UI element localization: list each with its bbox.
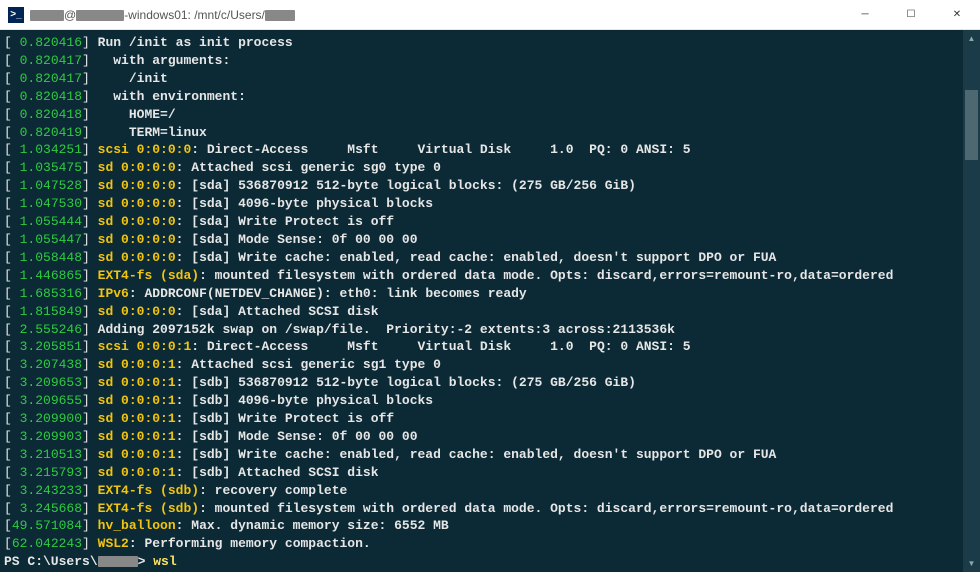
log-line: [49.571084] hv_balloon: Max. dynamic mem… [4, 517, 961, 535]
log-line: [62.042243] WSL2: Performing memory comp… [4, 535, 961, 553]
terminal-container: [ 0.820416] Run /init as init process[ 0… [0, 30, 980, 572]
minimize-button[interactable]: ─ [842, 0, 888, 29]
scrollbar-thumb[interactable] [965, 90, 978, 160]
maximize-button[interactable]: ☐ [888, 0, 934, 29]
command-input[interactable]: wsl [153, 554, 176, 569]
log-line: [ 1.035475] sd 0:0:0:0: Attached scsi ge… [4, 159, 961, 177]
window-title: @-windows01: /mnt/c/Users/ [30, 8, 842, 22]
log-line: [ 1.047528] sd 0:0:0:0: [sda] 536870912 … [4, 177, 961, 195]
titlebar-buttons: ─ ☐ ✕ [842, 0, 980, 29]
log-line: [ 0.820418] HOME=/ [4, 106, 961, 124]
log-line: [ 3.207438] sd 0:0:0:1: Attached scsi ge… [4, 356, 961, 374]
log-line: [ 3.209903] sd 0:0:0:1: [sdb] Mode Sense… [4, 428, 961, 446]
log-line: [ 3.209900] sd 0:0:0:1: [sdb] Write Prot… [4, 410, 961, 428]
close-button[interactable]: ✕ [934, 0, 980, 29]
log-line: [ 3.243233] EXT4-fs (sdb): recovery comp… [4, 482, 961, 500]
log-line: [ 2.555246] Adding 2097152k swap on /swa… [4, 321, 961, 339]
log-line: [ 0.820417] /init [4, 70, 961, 88]
log-line: [ 3.210513] sd 0:0:0:1: [sdb] Write cach… [4, 446, 961, 464]
log-line: [ 3.245668] EXT4-fs (sdb): mounted files… [4, 500, 961, 518]
prompt-line[interactable]: PS C:\Users\> wsl [4, 553, 961, 571]
log-line: [ 3.205851] scsi 0:0:0:1: Direct-Access … [4, 338, 961, 356]
log-line: [ 1.815849] sd 0:0:0:0: [sda] Attached S… [4, 303, 961, 321]
log-line: [ 1.047530] sd 0:0:0:0: [sda] 4096-byte … [4, 195, 961, 213]
log-line: [ 1.685316] IPv6: ADDRCONF(NETDEV_CHANGE… [4, 285, 961, 303]
titlebar: >_ @-windows01: /mnt/c/Users/ ─ ☐ ✕ [0, 0, 980, 30]
log-line: [ 3.209655] sd 0:0:0:1: [sdb] 4096-byte … [4, 392, 961, 410]
log-line: [ 1.055447] sd 0:0:0:0: [sda] Mode Sense… [4, 231, 961, 249]
powershell-icon: >_ [8, 7, 24, 23]
scrollbar[interactable]: ▲ ▼ [963, 30, 980, 572]
log-line: [ 3.215793] sd 0:0:0:1: [sdb] Attached S… [4, 464, 961, 482]
scroll-down-icon[interactable]: ▼ [963, 555, 980, 572]
log-line: [ 0.820416] Run /init as init process [4, 34, 961, 52]
log-line: [ 0.820418] with environment: [4, 88, 961, 106]
terminal-output[interactable]: [ 0.820416] Run /init as init process[ 0… [0, 30, 963, 572]
log-line: [ 3.209653] sd 0:0:0:1: [sdb] 536870912 … [4, 374, 961, 392]
log-line: [ 1.055444] sd 0:0:0:0: [sda] Write Prot… [4, 213, 961, 231]
log-line: [ 1.446865] EXT4-fs (sda): mounted files… [4, 267, 961, 285]
log-line: [ 1.058448] sd 0:0:0:0: [sda] Write cach… [4, 249, 961, 267]
log-line: [ 0.820419] TERM=linux [4, 124, 961, 142]
log-line: [ 1.034251] scsi 0:0:0:0: Direct-Access … [4, 141, 961, 159]
scroll-up-icon[interactable]: ▲ [963, 30, 980, 47]
log-line: [ 0.820417] with arguments: [4, 52, 961, 70]
